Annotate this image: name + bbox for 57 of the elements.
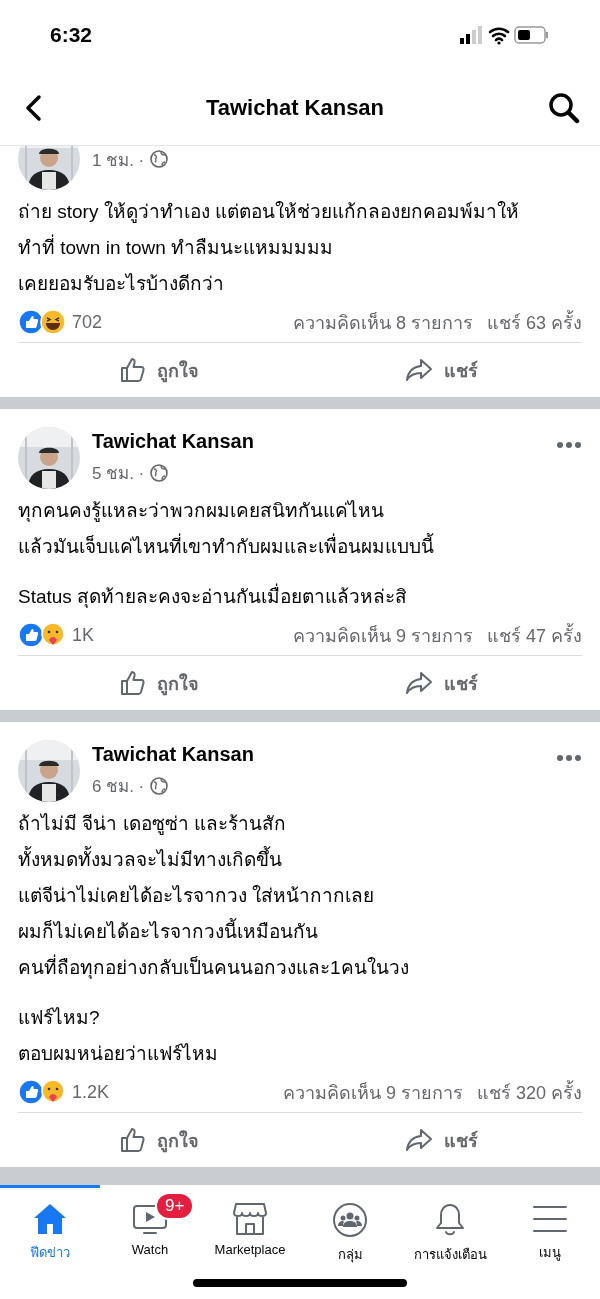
back-icon[interactable] <box>24 93 42 122</box>
home-icon <box>32 1202 68 1236</box>
share-count[interactable]: แชร์ 63 ครั้ง <box>486 307 582 337</box>
shop-icon <box>232 1202 268 1236</box>
share-button[interactable]: แชร์ <box>300 656 582 710</box>
tab-bar-item[interactable]: เมนู <box>500 1185 600 1265</box>
post-time: 5 ชม. · <box>92 463 145 485</box>
tab-bar-item[interactable]: ฟีดข่าว <box>0 1185 100 1265</box>
like-button[interactable]: ถูกใจ <box>18 656 300 710</box>
laughing-face-icon <box>40 309 66 335</box>
comment-count[interactable]: ความคิดเห็น 9 รายการ <box>282 1077 463 1107</box>
tab-bar-item[interactable]: Marketplace <box>200 1185 300 1265</box>
share-button[interactable]: แชร์ <box>300 1113 582 1167</box>
share-arrow-icon <box>404 670 434 696</box>
page-title: Tawichat Kansan <box>205 94 385 121</box>
status-time: 6:32 <box>50 23 93 47</box>
post-text: ทุกคนคงรู้แหละว่าพวกผมเคยสนิทกันแค่ไหน แล้วมันเจ็บแค่ไหนที่เขาทำกับผมและเพื่อนผมแบบนี้ <box>18 499 435 559</box>
post-text: ถ่าย story ให้ดูว่าทำเอง แต่ตอนให้ช่วยแก้กลองยกคอมพ์มาให้ ทำที่ town in town ทำลืมนะแหมมมมม เคยยอมรับอะไรบ้างดีกว่า <box>18 200 520 296</box>
thumbs-up-icon <box>119 1126 147 1154</box>
share-count[interactable]: แชร์ 320 ครั้ง <box>476 1077 582 1107</box>
like-button[interactable]: ถูกใจ <box>18 1113 300 1167</box>
share-arrow-icon <box>404 357 434 383</box>
reaction-count[interactable]: 1K <box>72 624 95 646</box>
tab-bar-item[interactable]: กลุ่ม <box>300 1185 400 1265</box>
tab-bar-item[interactable]: การแจ้งเตือน <box>400 1185 500 1265</box>
globe-icon <box>150 463 169 482</box>
post-time: 6 ชม. · <box>92 776 145 798</box>
share-arrow-icon <box>404 1127 434 1153</box>
reaction-count[interactable]: 1.2K <box>72 1081 110 1103</box>
thumbs-up-icon <box>119 669 147 697</box>
bell-icon <box>434 1202 466 1238</box>
hugging-face-icon <box>40 1079 66 1105</box>
comment-count[interactable]: ความคิดเห็น 8 รายการ <box>292 307 473 337</box>
comment-count[interactable]: ความคิดเห็น 9 รายการ <box>292 620 473 650</box>
share-count[interactable]: แชร์ 47 ครั้ง <box>486 620 582 650</box>
more-icon[interactable] <box>556 754 582 762</box>
tab-bar-item[interactable]: Watch 9+ <box>100 1185 200 1265</box>
like-reaction-icon <box>18 309 44 335</box>
post-text: แฟร์ไหม? ตอบผมหน่อยว่าแฟร์ไหม <box>18 1006 219 1066</box>
like-reaction-icon <box>18 622 44 648</box>
author-name[interactable]: Tawichat Kansan <box>92 430 544 453</box>
share-button[interactable]: แชร์ <box>300 343 582 397</box>
post-text: Status สุดท้ายละคงจะอ่านกันเมื่อยตาแล้วหล่ะสิ <box>18 579 582 615</box>
search-icon[interactable] <box>548 91 580 124</box>
reaction-count[interactable]: 702 <box>72 311 103 333</box>
like-reaction-icon <box>18 1079 44 1105</box>
groups-icon <box>332 1202 368 1238</box>
globe-icon <box>150 150 169 168</box>
author-name[interactable]: Tawichat Kansan <box>92 743 544 766</box>
post-time: 1 ชม. · <box>92 149 145 172</box>
thumbs-up-icon <box>119 356 147 384</box>
notification-badge: 9+ <box>155 1192 195 1220</box>
globe-icon <box>150 776 169 795</box>
more-icon[interactable] <box>556 441 582 449</box>
post-text: ถ้าไม่มี จีน่า เดอซูซ่า และร้านสัก ทั้งหมดทั้งมวลจะไม่มีทางเกิดขึ้น แต่จีน่าไม่เคยได้อะไรจากวง ใส่หน้ากากเลย ผมก็ไม่เคยได้อะไรจากวงนี้เหมือนกัน คนที่ถือทุกอย่างกลับเป็นคนนอกวงและ1คนในวง <box>18 812 410 981</box>
like-button[interactable]: ถูกใจ <box>18 343 300 397</box>
hugging-face-icon <box>40 622 66 648</box>
